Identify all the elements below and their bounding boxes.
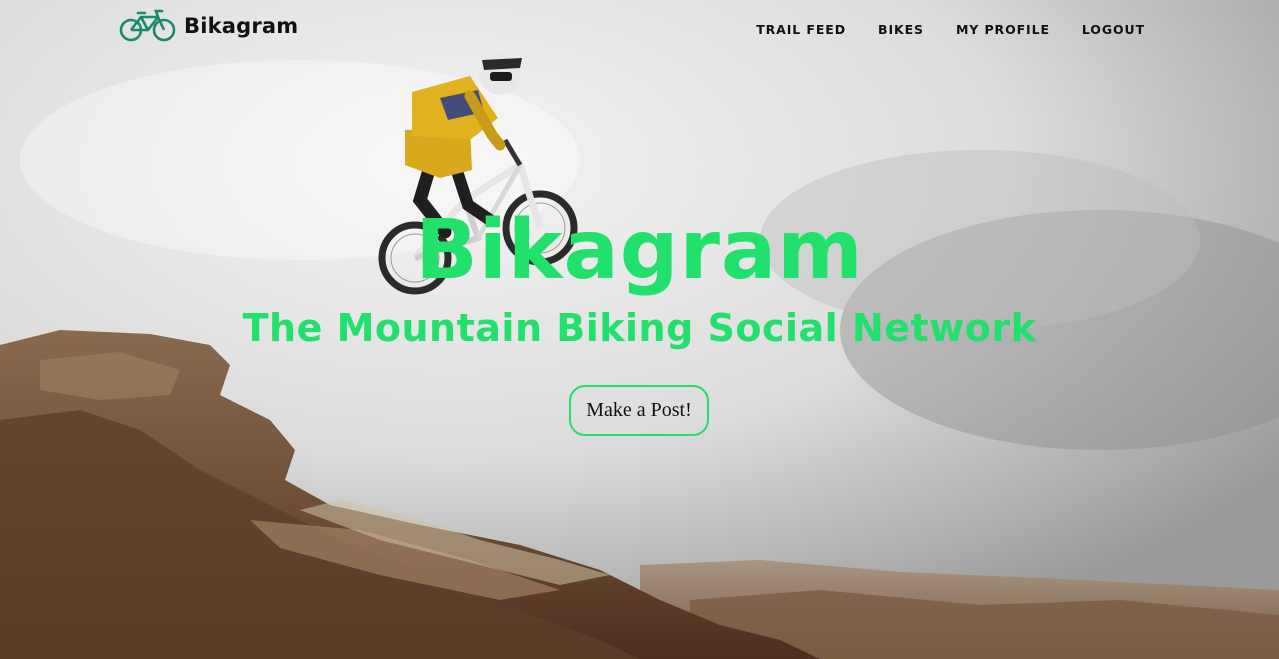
brand-logo-link[interactable]: Bikagram bbox=[119, 9, 298, 43]
nav-link-trail-feed[interactable]: TRAIL FEED bbox=[756, 22, 846, 37]
hero-subtitle: The Mountain Biking Social Network bbox=[242, 306, 1037, 350]
nav-link-bikes[interactable]: BIKES bbox=[878, 22, 924, 37]
top-navbar: Bikagram TRAIL FEED BIKES MY PROFILE LOG… bbox=[0, 0, 1279, 60]
brand-name: Bikagram bbox=[184, 14, 299, 38]
nav-link-logout[interactable]: LOGOUT bbox=[1082, 22, 1145, 37]
hero-title: Bikagram bbox=[415, 203, 864, 298]
nav-link-my-profile[interactable]: MY PROFILE bbox=[956, 22, 1050, 37]
bicycle-icon bbox=[119, 9, 176, 42]
make-a-post-button[interactable]: Make a Post! bbox=[569, 385, 709, 436]
nav-links: TRAIL FEED BIKES MY PROFILE LOGOUT bbox=[756, 22, 1145, 37]
